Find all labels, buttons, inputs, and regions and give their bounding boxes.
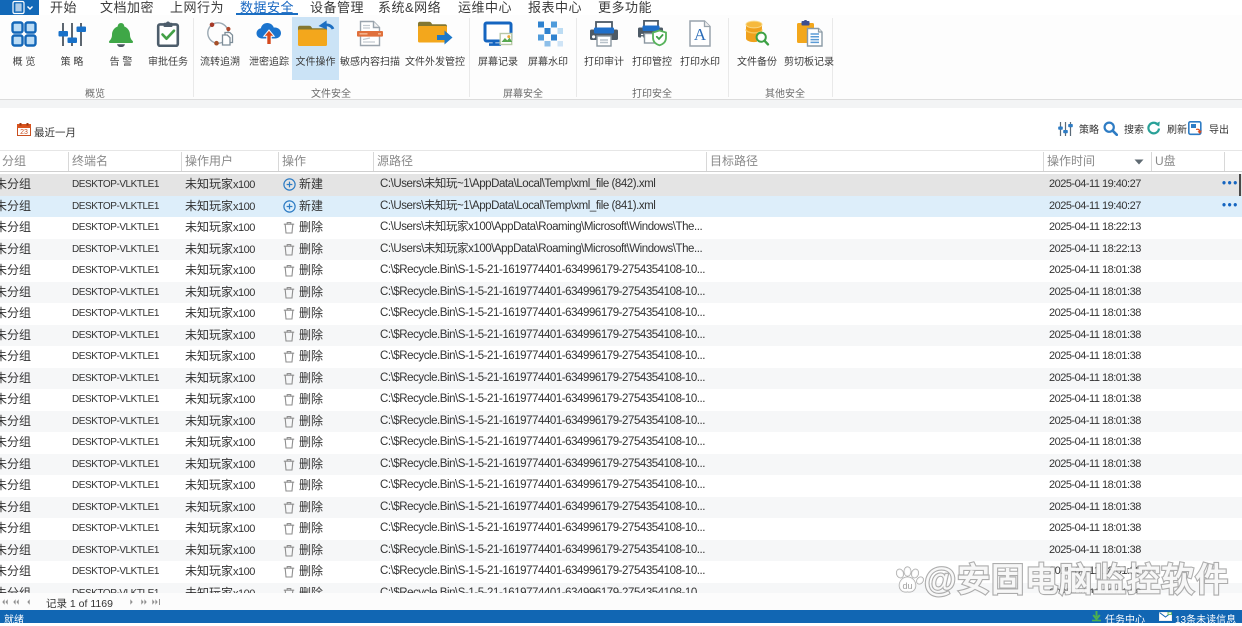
svg-text:A: A [694,25,707,44]
svg-text:23: 23 [20,129,28,136]
